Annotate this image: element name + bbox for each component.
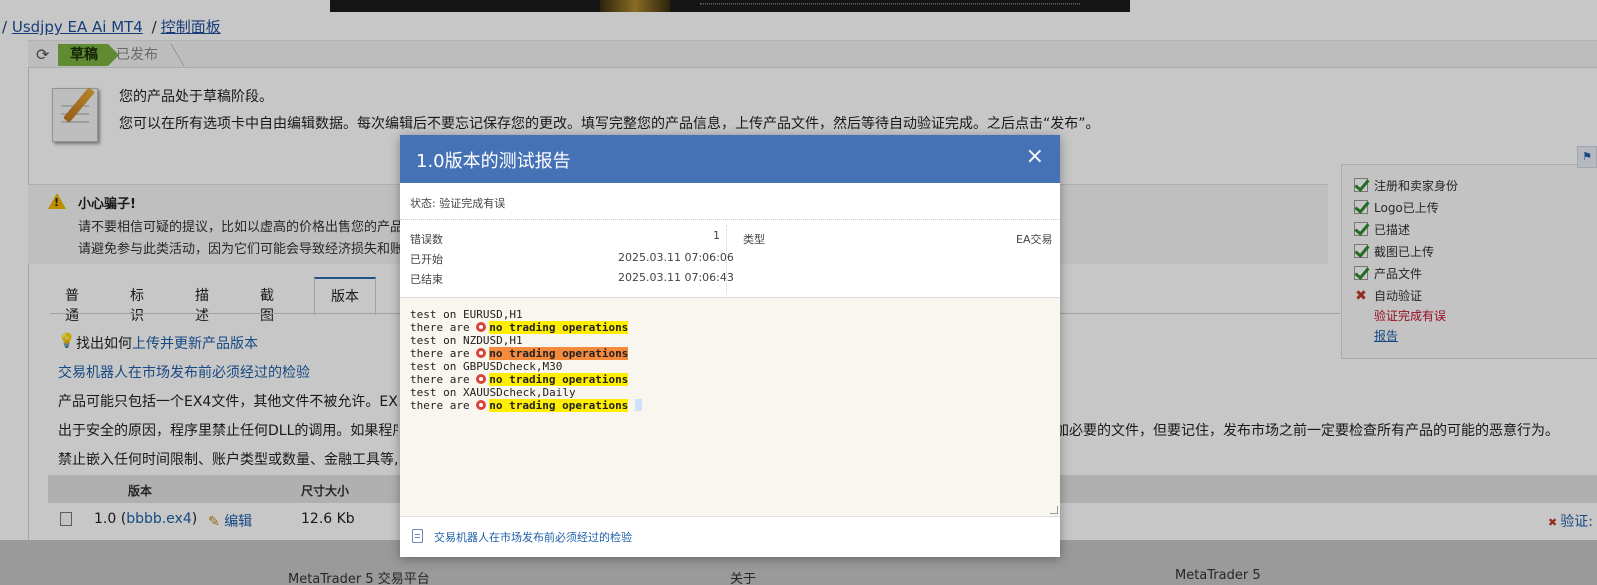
- bug-icon: [476, 400, 487, 410]
- text-caret: [634, 399, 642, 411]
- log-line: there are no trading operations: [410, 347, 1050, 360]
- divider: [400, 219, 1060, 220]
- log-line: test on EURUSD,H1: [410, 308, 523, 321]
- dialog-title: 1.0版本的测试报告: [416, 151, 571, 172]
- resize-handle[interactable]: [1050, 506, 1058, 514]
- report-status: 状态: 验证完成有误: [410, 197, 506, 210]
- ended-label: 已结束: [410, 273, 443, 286]
- log-highlight: no trading operations: [489, 373, 629, 386]
- started-value: 2025.03.11 07:06:06: [618, 251, 734, 264]
- dialog-checks-link[interactable]: 交易机器人在市场发布前必须经过的检验: [434, 529, 632, 545]
- type-value: EA交易: [1016, 233, 1053, 246]
- type-label: 类型: [743, 233, 765, 246]
- ended-value: 2025.03.11 07:06:43: [618, 271, 734, 284]
- errors-value: 1: [713, 229, 720, 242]
- bug-icon: [476, 348, 487, 358]
- log-prefix: there are: [410, 347, 477, 360]
- log-highlight: no trading operations: [489, 399, 629, 412]
- bug-icon: [476, 322, 487, 332]
- log-prefix: there are: [410, 399, 477, 412]
- log-line: there are no trading operations: [410, 399, 1050, 412]
- log-highlight: no trading operations: [489, 321, 629, 334]
- dialog-header: 1.0版本的测试报告 ×: [400, 135, 1060, 183]
- log-prefix: there are: [410, 373, 477, 386]
- bug-icon: [476, 374, 487, 384]
- clipboard-icon: [412, 529, 423, 543]
- errors-label: 错误数: [410, 233, 443, 246]
- log-prefix: there are: [410, 321, 477, 334]
- column-divider: [726, 225, 727, 293]
- test-log-output[interactable]: test on EURUSD,H1 there are no trading o…: [400, 297, 1060, 517]
- log-line: test on NZDUSD,H1: [410, 334, 523, 347]
- test-report-dialog: 1.0版本的测试报告 × 状态: 验证完成有误 错误数 1 已开始 2025.0…: [400, 135, 1060, 557]
- log-highlight: no trading operations: [489, 347, 629, 360]
- started-label: 已开始: [410, 253, 443, 266]
- log-line: there are no trading operations: [410, 321, 1050, 334]
- log-line: there are no trading operations: [410, 373, 1050, 386]
- log-line: test on GBPUSDcheck,M30: [410, 360, 563, 373]
- log-line: test on XAUUSDcheck,Daily: [410, 386, 576, 399]
- close-icon[interactable]: ×: [1026, 144, 1044, 169]
